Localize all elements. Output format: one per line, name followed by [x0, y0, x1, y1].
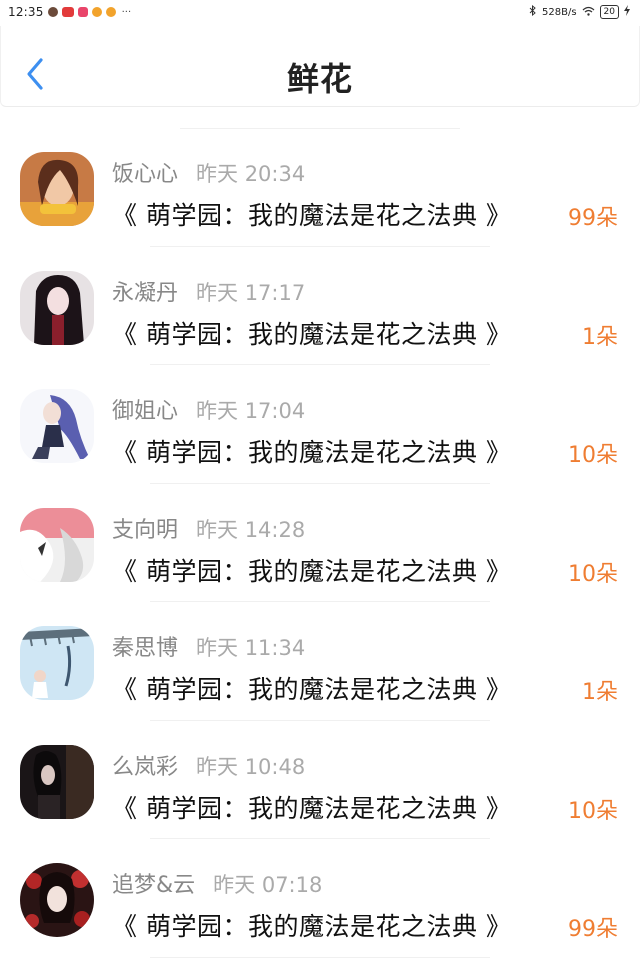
flower-count: 10朵	[568, 443, 618, 468]
user-line: 秦思博 昨天 11:34	[112, 630, 305, 662]
book-title[interactable]: 《 萌学园：我的魔法是花之法典 》	[112, 670, 511, 706]
user-line: 追梦&云 昨天 07:18	[112, 867, 322, 899]
timestamp: 昨天 10:48	[196, 754, 306, 779]
flower-list: 饭心心 昨天 20:34 《 萌学园：我的魔法是花之法典 》 99朵 永凝丹 昨…	[0, 128, 640, 958]
book-title[interactable]: 《 萌学园：我的魔法是花之法典 》	[112, 789, 511, 825]
list-item[interactable]: 御姐心 昨天 17:04 《 萌学园：我的魔法是花之法典 》 10朵	[0, 365, 640, 484]
list-item[interactable]: 么岚彩 昨天 10:48 《 萌学园：我的魔法是花之法典 》 10朵	[0, 721, 640, 840]
flower-count: 1朵	[582, 680, 618, 705]
battery-indicator: 20	[599, 5, 619, 19]
user-name[interactable]: 御姐心	[112, 393, 178, 425]
wifi-icon	[582, 6, 595, 19]
user-name[interactable]: 支向明	[112, 512, 178, 544]
avatar[interactable]	[20, 744, 94, 819]
user-line: 永凝丹 昨天 17:17	[112, 275, 305, 307]
user-line: 饭心心 昨天 20:34	[112, 156, 305, 188]
bluetooth-icon	[529, 4, 537, 19]
weibo-icon	[105, 7, 116, 17]
app-notification-icon	[77, 7, 88, 17]
book-title[interactable]: 《 萌学园：我的魔法是花之法典 》	[112, 196, 511, 232]
status-right: 528B/s 20	[529, 4, 630, 19]
user-line: 么岚彩 昨天 10:48	[112, 749, 305, 781]
flower-count: 10朵	[568, 798, 618, 824]
user-name[interactable]: 么岚彩	[112, 749, 178, 781]
list-item[interactable]: 永凝丹 昨天 17:17 《 萌学园：我的魔法是花之法典 》 1朵	[0, 247, 640, 366]
user-name[interactable]: 追梦&云	[112, 867, 195, 899]
avatar[interactable]	[20, 863, 94, 937]
flower-count: 99朵	[568, 917, 618, 942]
timestamp: 昨天 17:17	[196, 280, 306, 305]
flower-count: 10朵	[568, 561, 618, 587]
network-speed: 528B/s	[542, 6, 577, 18]
timestamp: 昨天 07:18	[213, 873, 323, 897]
list-item[interactable]: 秦思博 昨天 11:34 《 萌学园：我的魔法是花之法典 》 1朵	[0, 602, 640, 721]
status-time: 12:35	[8, 5, 44, 19]
user-name[interactable]: 饭心心	[112, 156, 178, 188]
user-name[interactable]: 秦思博	[112, 630, 178, 662]
status-left: 12:35 ···	[8, 5, 131, 19]
flower-count: 99朵	[568, 206, 618, 231]
avatar[interactable]	[20, 270, 94, 345]
avatar[interactable]	[20, 507, 94, 582]
list-item[interactable]: 追梦&云 昨天 07:18 《 萌学园：我的魔法是花之法典 》 99朵	[0, 839, 640, 958]
book-title[interactable]: 《 萌学园：我的魔法是花之法典 》	[112, 552, 511, 588]
user-line: 御姐心 昨天 17:04	[112, 393, 305, 425]
flower-count: 1朵	[582, 324, 618, 350]
status-bar: 12:35 ··· 528B/s 20	[0, 0, 640, 26]
user-name[interactable]: 永凝丹	[112, 275, 178, 307]
more-notifications-icon: ···	[121, 6, 132, 18]
timestamp: 昨天 14:28	[196, 517, 306, 542]
timestamp: 昨天 17:04	[196, 399, 306, 423]
charging-icon	[624, 5, 630, 19]
timestamp: 昨天 20:34	[196, 162, 306, 186]
list-item[interactable]: 支向明 昨天 14:28 《 萌学园：我的魔法是花之法典 》 10朵	[0, 484, 640, 603]
list-item[interactable]: 饭心心 昨天 20:34 《 萌学园：我的魔法是花之法典 》 99朵	[0, 128, 640, 247]
page-title: 鲜花	[286, 60, 353, 98]
book-title[interactable]: 《 萌学园：我的魔法是花之法典 》	[112, 433, 511, 469]
book-title[interactable]: 《 萌学园：我的魔法是花之法典 》	[112, 315, 511, 351]
user-line: 支向明 昨天 14:28	[112, 512, 305, 544]
header-bar: 鲜花	[0, 26, 640, 107]
app-notification-icon	[47, 7, 58, 17]
weibo-icon	[91, 7, 102, 17]
avatar[interactable]	[20, 626, 94, 700]
timestamp: 昨天 11:34	[196, 636, 306, 660]
book-title[interactable]: 《 萌学园：我的魔法是花之法典 》	[112, 907, 511, 943]
avatar[interactable]	[20, 389, 94, 463]
avatar[interactable]	[20, 152, 94, 226]
app-notification-icon	[61, 7, 74, 17]
